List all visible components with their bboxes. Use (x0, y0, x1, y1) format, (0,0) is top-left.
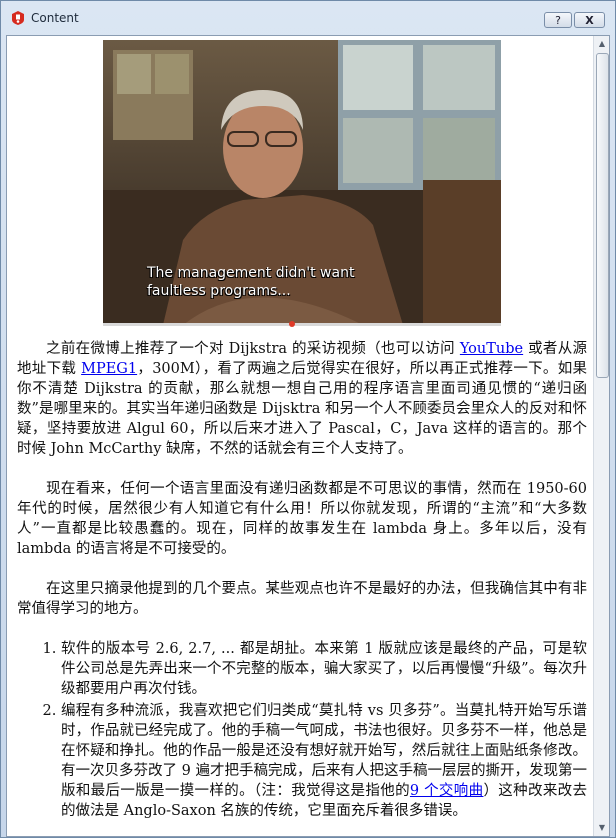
content-pane[interactable]: The management didn't want faultless pro… (6, 35, 610, 837)
list-item: 软件的版本号 2.6, 2.7, ... 都是胡扯。本来第 1 版就应该是最终的… (61, 639, 587, 699)
video-progress-bar[interactable] (103, 323, 501, 326)
article-content: The management didn't want faultless pro… (7, 36, 593, 836)
youtube-link[interactable]: YouTube (460, 341, 523, 357)
paragraph-1-lead: 之前在微博上推荐了一个对 Dijkstra 的采访视频（也可以访问 (46, 341, 460, 357)
article-text: 之前在微博上推荐了一个对 Dijkstra 的采访视频（也可以访问 YouTub… (17, 339, 587, 823)
paragraph-3: 在这里只摘录他提到的几个要点。某些观点也许不是最好的办法，但我确信其中有非常值得… (17, 581, 587, 617)
vertical-scrollbar[interactable]: ▲ ▼ (593, 36, 609, 836)
content-window: Content ? X The management didn't want f… (0, 0, 616, 838)
key-points-list: 软件的版本号 2.6, 2.7, ... 都是胡扯。本来第 1 版就应该是最终的… (17, 639, 587, 821)
video-frame[interactable]: The management didn't want faultless pro… (103, 40, 501, 325)
video-progress-handle[interactable] (289, 321, 295, 327)
scroll-up-arrow-icon[interactable]: ▲ (594, 36, 609, 52)
mpeg1-link[interactable]: MPEG1 (81, 361, 137, 377)
scroll-down-arrow-icon[interactable]: ▼ (594, 820, 609, 836)
paragraph-1: 之前在微博上推荐了一个对 Dijkstra 的采访视频（也可以访问 YouTub… (17, 339, 587, 459)
list-item: 编程有多种流派，我喜欢把它们归类成“莫扎特 vs 贝多芬”。当莫扎特开始写乐谱时… (61, 701, 587, 821)
window-title: Content (31, 11, 79, 25)
help-button[interactable]: ? (544, 12, 572, 28)
scrollbar-thumb[interactable] (596, 53, 609, 378)
title-bar[interactable]: Content ? X (1, 1, 615, 35)
paragraph-2: 现在看来，任何一个语言里面没有递归函数都是不可思议的事情，然而在 1950-60… (17, 481, 587, 557)
close-button[interactable]: X (574, 12, 605, 28)
symphonies-link[interactable]: 9 个交响曲 (410, 783, 484, 799)
video-subtitle: The management didn't want faultless pro… (147, 265, 355, 299)
app-logo-icon (12, 11, 24, 25)
